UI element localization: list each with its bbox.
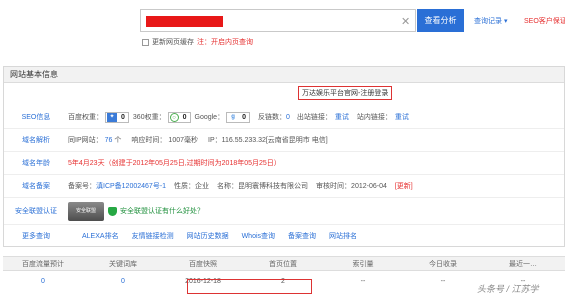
cell-keywords[interactable]: 0	[83, 271, 163, 293]
shield-icon	[108, 206, 117, 216]
update-cache-label: 更新网页缓存	[152, 39, 194, 46]
same-ip-unit: 个	[114, 137, 122, 144]
outlinks-retry[interactable]: 重试	[335, 112, 349, 122]
google-pr-value: 0	[242, 113, 246, 121]
site-title-notice: 万达娱乐平台官网-注册登录	[298, 86, 393, 100]
search-button[interactable]: 查看分析	[417, 9, 464, 32]
backlinks-value[interactable]: 0	[286, 114, 290, 121]
history-dropdown[interactable]: 查询记录 ▾	[474, 16, 507, 26]
google-label: Google：	[194, 114, 225, 121]
baidu-paw-icon: ✦	[107, 112, 117, 122]
site-info-panel: 网站基本信息 万达娱乐平台官网-注册登录 SEO信息 百度权重： ✦ 0 360权…	[3, 66, 565, 247]
tool-alexa-link[interactable]: ALEXA排名	[82, 231, 119, 241]
icp-no-label: 备案号：	[68, 183, 96, 190]
security-label: 安全联盟认证	[15, 208, 57, 215]
same-ip-label: 同IP网站：	[68, 137, 103, 144]
header-snapshot: 百度快照	[189, 261, 217, 268]
chevron-down-icon: ▾	[503, 18, 508, 25]
baidu-weight-label: 百度权重：	[68, 114, 103, 121]
icp-name-value: 昆明寰博科技有限公司	[238, 183, 309, 190]
icp-row: 域名备案 备案号： 滇ICP备12002467号-1 性质： 企业 名称： 昆明…	[4, 175, 564, 197]
icp-time-value: 2012-06-04	[351, 182, 387, 190]
tool-whois-link[interactable]: Whois查询	[242, 231, 275, 241]
header-recent: 最近一…	[509, 261, 537, 268]
seo-row: SEO信息 百度权重： ✦ 0 360权重： ○ 0 Google： g0 反链数：…	[4, 106, 564, 128]
table-header: 百度流量预计 关键词库 百度快照 首页位置 索引量 今日收录 最近一…	[3, 256, 565, 271]
cache-option: 更新网页缓存 注：开启内页查询	[142, 37, 253, 47]
w360-icon: ○	[169, 112, 179, 122]
response-label: 响应时间：	[131, 137, 167, 144]
tool-rank-link[interactable]: 网站排名	[329, 231, 357, 241]
history-label: 查询记录	[474, 18, 502, 25]
search-input[interactable]: ✕	[140, 9, 416, 32]
update-cache-checkbox[interactable]	[142, 38, 149, 46]
baidu-weight-value: 0	[121, 113, 125, 121]
clear-icon[interactable]: ✕	[401, 15, 410, 28]
header-today-indexed: 今日收录	[429, 261, 457, 268]
outlinks-label: 出站链接：	[296, 114, 332, 121]
header-keywords: 关键词库	[109, 261, 137, 268]
security-benefit-link[interactable]: 安全联盟认证有什么好处？	[120, 206, 204, 216]
domain-age-row: 域名年龄 5年4月23天（创建于2012年05月25日,过期时间为2018年05…	[4, 152, 564, 174]
watermark: 头条号 / 江苏学	[477, 284, 539, 294]
highlight-box	[187, 279, 312, 294]
icp-name-label: 名称：	[217, 183, 239, 190]
tool-friendlink-link[interactable]: 友情链接检测	[132, 231, 174, 241]
inlinks-retry[interactable]: 重试	[395, 112, 409, 122]
cell-baidu-traffic[interactable]: 0	[3, 271, 83, 293]
response-value: 1007毫秒	[168, 137, 198, 144]
w360-weight-label: 360权重：	[132, 114, 166, 121]
header-baidu-traffic: 百度流量预计	[22, 261, 64, 268]
security-row: 安全联盟认证 安全联盟 安全联盟认证有什么好处？	[4, 200, 564, 222]
seo-service-link[interactable]: SEO客户保证	[524, 16, 565, 26]
icp-nature-label: 性质：	[174, 183, 196, 190]
more-queries-row: 更多查询 ALEXA排名 友情链接检测 网站历史数据 Whois查询 备案查询 …	[4, 225, 564, 247]
domain-age-value: 5年4月23天（创建于2012年05月25日,过期时间为2018年05月25日）	[68, 160, 281, 167]
inlinks-label: 站内链接：	[356, 114, 392, 121]
w360-weight-value: 0	[182, 113, 187, 121]
google-pr-badge[interactable]: g0	[226, 111, 250, 123]
tool-icp-link[interactable]: 备案查询	[288, 231, 316, 241]
google-icon: g	[228, 112, 239, 122]
icp-update-link[interactable]: [更新]	[395, 181, 413, 191]
cell-today-indexed: --	[440, 278, 446, 285]
domain-age-label: 域名年龄	[22, 160, 50, 167]
divider	[4, 197, 564, 198]
tool-history-link[interactable]: 网站历史数据	[187, 231, 229, 241]
cell-index: --	[360, 278, 366, 285]
w360-weight-badge[interactable]: ○ 0	[167, 111, 191, 123]
header-homepage-position: 首页位置	[269, 261, 297, 268]
icp-no-value[interactable]: 滇ICP备12002467号-1	[96, 181, 166, 191]
panel-title: 网站基本信息	[4, 67, 564, 83]
baidu-weight-badge[interactable]: ✦ 0	[105, 111, 129, 123]
backlinks-label: 反链数：	[257, 114, 286, 121]
icp-label: 域名备案	[22, 183, 50, 190]
security-seal-image[interactable]: 安全联盟	[68, 201, 104, 221]
icp-nature-value: 企业	[195, 183, 210, 190]
ip-info: IP：116.55.233.32[云南省昆明市 电信]	[208, 137, 328, 144]
dns-label: 域名解析	[22, 137, 50, 144]
icp-time-label: 审核时间：	[316, 183, 352, 190]
search-bar: ✕ 查看分析 查询记录 ▾ SEO客户保证	[140, 9, 565, 32]
seo-label: SEO信息	[21, 114, 51, 121]
more-queries-label: 更多查询	[22, 233, 50, 240]
same-ip-value[interactable]: 76	[105, 137, 113, 144]
inner-page-note[interactable]: 注：开启内页查询	[197, 37, 253, 47]
dns-row: 域名解析 同IP网站： 76 个 响应时间： 1007毫秒 IP：116.55.…	[4, 129, 564, 151]
redacted-domain	[146, 16, 223, 27]
header-index: 索引量	[352, 261, 374, 268]
